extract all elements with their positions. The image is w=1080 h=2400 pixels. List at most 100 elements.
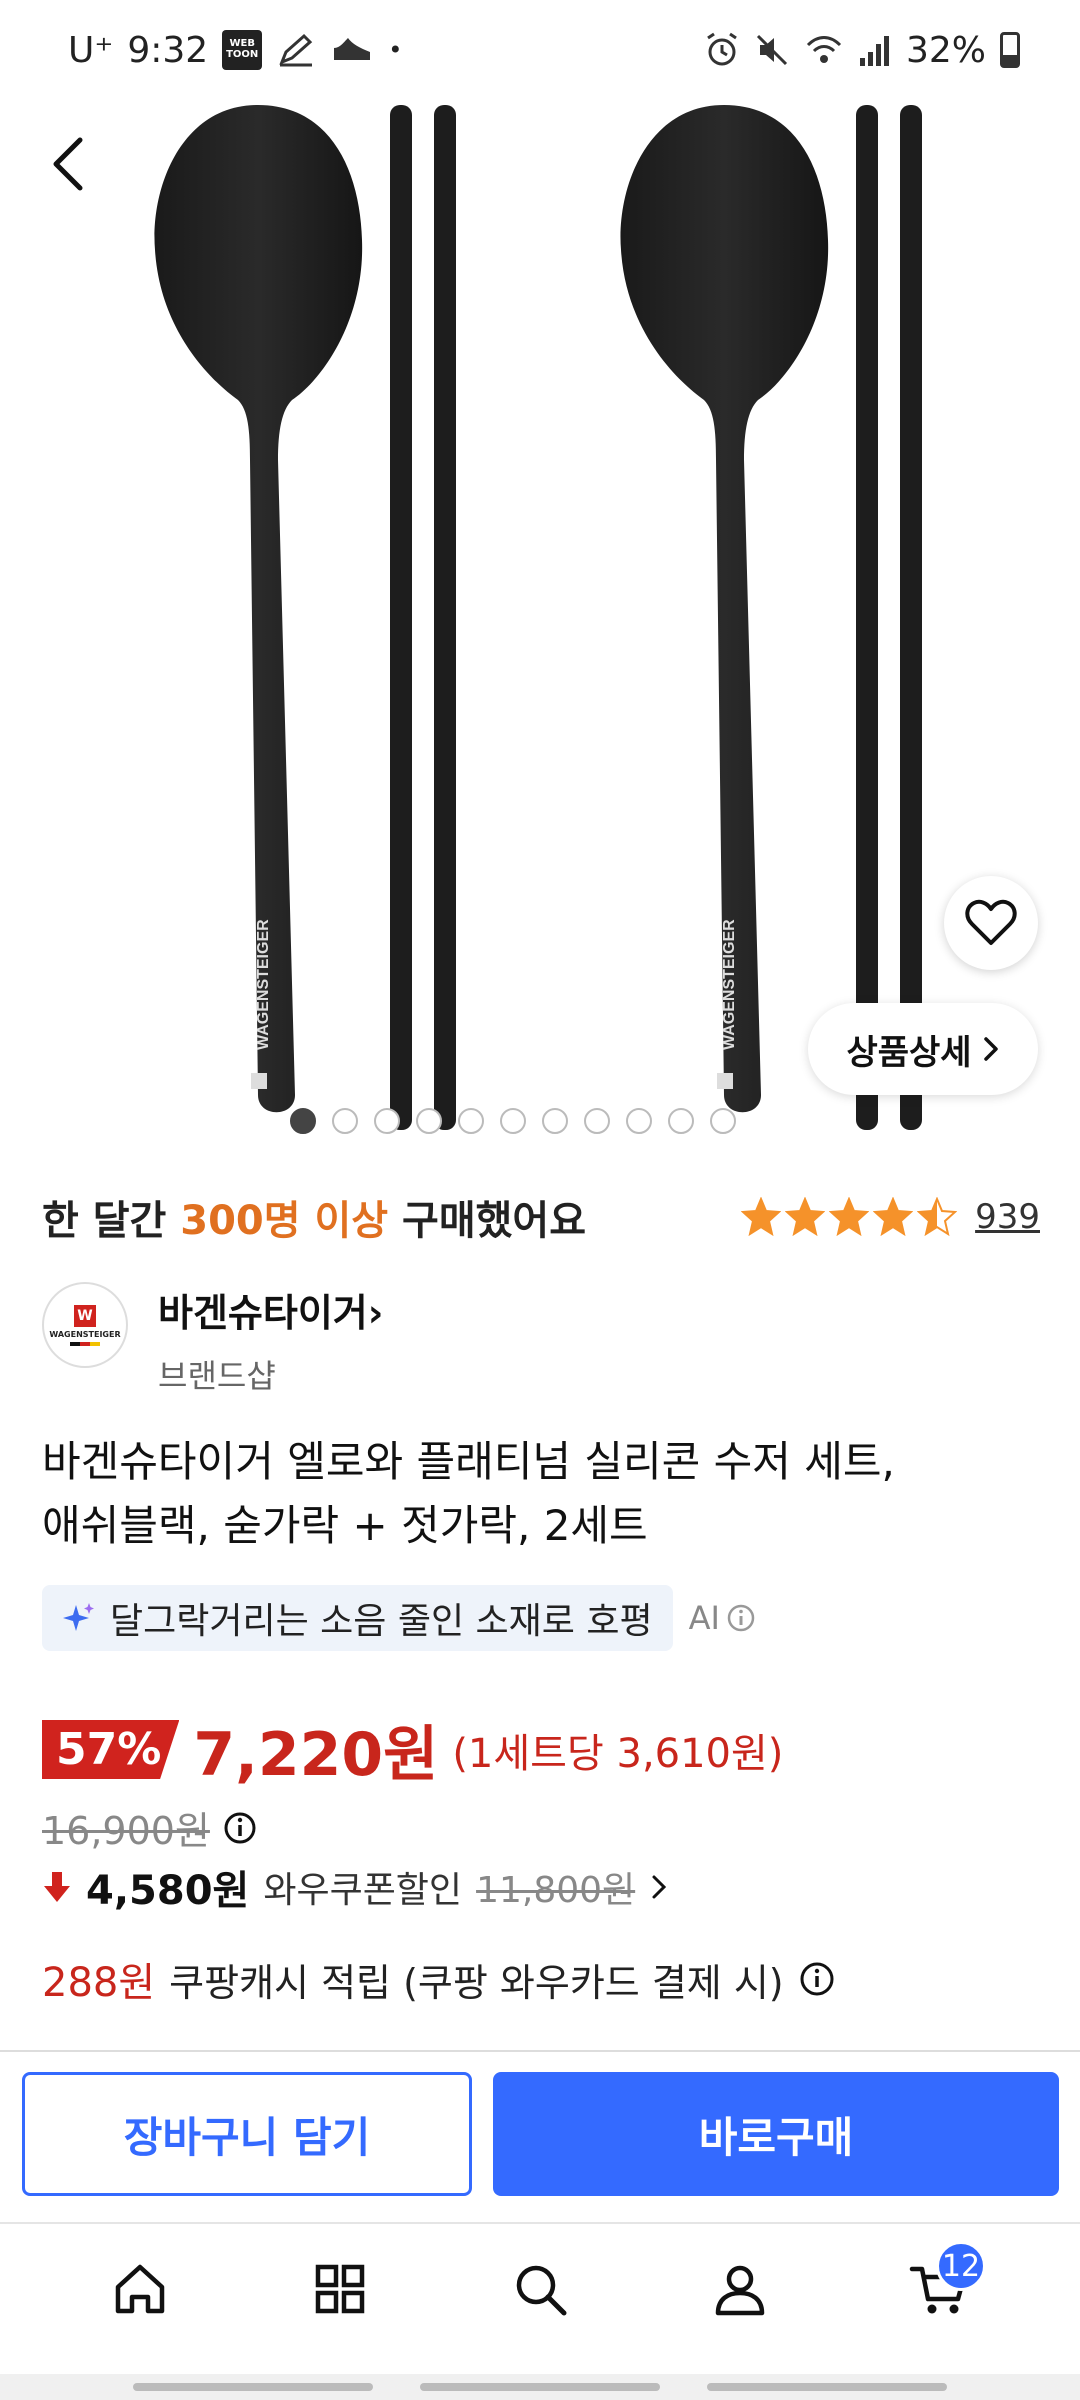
brand-name: 바겐슈타이거 xyxy=(158,1291,368,1335)
divider xyxy=(0,2050,1080,2052)
chevron-left-icon xyxy=(53,137,83,191)
rating-stars xyxy=(741,1197,958,1237)
spoon-left-print: WAGENSTEIGER xyxy=(255,919,272,1050)
carousel-dot[interactable] xyxy=(458,1108,484,1134)
cart-count-badge: 12 xyxy=(936,2241,986,2291)
carrier-label: U⁺ xyxy=(68,29,114,71)
discount-badge: 57% xyxy=(42,1720,180,1779)
heart-icon xyxy=(965,899,1017,945)
star-icon xyxy=(917,1197,958,1237)
battery-icon xyxy=(1000,32,1020,68)
carousel-dot[interactable] xyxy=(584,1108,610,1134)
gesture-handle xyxy=(706,2383,947,2391)
mute-icon xyxy=(754,32,790,68)
product-image-carousel[interactable]: WAGENSTEIGER WAGENSTEIGER 상품상세 xyxy=(0,0,1080,1150)
coupon-label: 와우쿠폰할인 xyxy=(263,1870,463,1911)
brand-shop[interactable]: W WAGENSTEIGER 바겐슈타이거› 브랜드샵 xyxy=(42,1282,383,1397)
signal-icon xyxy=(858,34,892,66)
brand-subtitle: 브랜드샵 xyxy=(158,1357,276,1395)
carousel-indicator xyxy=(290,1108,736,1134)
cash-text: 쿠팡캐시 적립 (쿠팡 와우카드 결제 시) xyxy=(169,1960,784,2005)
brand-logo: W WAGENSTEIGER xyxy=(42,1282,128,1368)
carousel-dot[interactable] xyxy=(710,1108,736,1134)
chopstick-right-2 xyxy=(900,105,922,1130)
carousel-dot[interactable] xyxy=(500,1108,526,1134)
star-icon xyxy=(829,1197,870,1237)
product-title-line2: 애쉬블랙, 숟가락 + 젓가락, 2세트 xyxy=(42,1501,648,1550)
cash-reward-row: 288원 쿠팡캐시 적립 (쿠팡 와우카드 결제 시) xyxy=(42,1950,836,2008)
grid-icon xyxy=(315,2264,365,2314)
ai-summary-text: 달그락거리는 소음 줄인 소재로 호평 xyxy=(110,1601,653,1642)
status-bar: U⁺ 9:32 WEB TOON • 32% xyxy=(0,0,1080,100)
product-title-line1: 바겐슈타이거 엘로와 플래티넘 실리콘 수저 세트, xyxy=(42,1437,895,1486)
chopstick-left-1 xyxy=(390,105,412,1130)
add-to-cart-button[interactable]: 장바구니 담기 xyxy=(22,2072,472,2196)
edit-pencil-icon xyxy=(276,32,316,68)
price-row: 57% 7,220원 (1세트당 3,610원) xyxy=(42,1706,783,1793)
shoe-icon xyxy=(330,34,374,66)
ai-info[interactable]: AI xyxy=(689,1599,756,1637)
review-count-link[interactable]: 939 xyxy=(975,1197,1040,1237)
carousel-dot[interactable] xyxy=(332,1108,358,1134)
nav-categories[interactable] xyxy=(290,2239,390,2339)
product-detail-button[interactable]: 상품상세 xyxy=(808,1003,1038,1095)
carousel-dot[interactable] xyxy=(668,1108,694,1134)
bottom-navigation: 12 xyxy=(0,2224,1080,2354)
clock: 9:32 xyxy=(127,29,209,71)
purchase-highlight: 300명 이상 xyxy=(180,1198,389,1244)
carousel-dot[interactable] xyxy=(416,1108,442,1134)
star-icon xyxy=(741,1197,782,1237)
carousel-dot[interactable] xyxy=(290,1108,316,1134)
original-price-row: 16,900원 xyxy=(42,1800,258,1855)
buy-now-button[interactable]: 바로구매 xyxy=(493,2072,1059,2196)
home-icon xyxy=(115,2264,165,2314)
sale-price: 7,220원 xyxy=(193,1720,439,1790)
rating[interactable]: 939 xyxy=(741,1197,1040,1237)
nav-cart[interactable]: 12 xyxy=(890,2239,990,2339)
carousel-dot[interactable] xyxy=(542,1108,568,1134)
nav-my-account[interactable] xyxy=(690,2239,790,2339)
product-image: WAGENSTEIGER WAGENSTEIGER xyxy=(154,105,922,1130)
brand-logo-text: WAGENSTEIGER xyxy=(49,1329,121,1339)
ai-summary: 달그락거리는 소음 줄인 소재로 호평 AI xyxy=(42,1585,756,1651)
nav-home[interactable] xyxy=(90,2239,190,2339)
alarm-icon xyxy=(704,32,740,68)
system-gesture-bar xyxy=(0,2374,1080,2400)
webtoon-icon: WEB TOON xyxy=(222,30,263,70)
nav-search[interactable] xyxy=(490,2239,590,2339)
search-icon xyxy=(516,2265,567,2316)
wishlist-button[interactable] xyxy=(944,876,1038,970)
notification-dot-icon: • xyxy=(388,36,403,64)
original-price: 16,900원 xyxy=(42,1809,210,1853)
battery-percent: 32% xyxy=(905,29,986,71)
user-icon xyxy=(715,2265,765,2316)
purchase-prefix: 한 달간 xyxy=(42,1198,181,1244)
purchase-suffix: 구매했어요 xyxy=(388,1198,587,1244)
product-detail-label: 상품상세 xyxy=(846,1032,972,1073)
brand-name-link[interactable]: 바겐슈타이거› xyxy=(158,1282,383,1337)
arrow-down-icon xyxy=(44,1872,70,1902)
info-icon xyxy=(727,1604,755,1632)
carousel-dot[interactable] xyxy=(626,1108,652,1134)
star-icon xyxy=(785,1197,826,1237)
purchase-summary: 한 달간 300명 이상 구매했어요 939 xyxy=(42,1182,1040,1252)
info-icon[interactable] xyxy=(798,1960,836,1998)
unit-price: (1세트당 3,610원) xyxy=(452,1730,784,1777)
chevron-right-icon xyxy=(983,1037,998,1061)
gesture-handle xyxy=(419,2383,660,2391)
chopstick-right-1 xyxy=(856,105,878,1130)
info-icon[interactable] xyxy=(222,1810,258,1846)
spoon-right-print: WAGENSTEIGER xyxy=(721,919,738,1050)
chevron-right-icon xyxy=(652,1875,667,1899)
back-button[interactable] xyxy=(40,120,100,200)
purchase-count-text: 한 달간 300명 이상 구매했어요 xyxy=(42,1188,586,1246)
ai-summary-chip[interactable]: 달그락거리는 소음 줄인 소재로 호평 xyxy=(42,1585,673,1651)
brand-chevron-icon: › xyxy=(367,1291,384,1335)
coupon-row[interactable]: 4,580원 와우쿠폰할인 11,800원 xyxy=(42,1858,669,1916)
coupon-price: 4,580원 xyxy=(86,1868,250,1914)
sparkle-icon xyxy=(63,1603,94,1631)
gesture-handle xyxy=(133,2383,374,2391)
product-title: 바겐슈타이거 엘로와 플래티넘 실리콘 수저 세트, 애쉬블랙, 숟가락 + 젓… xyxy=(42,1430,1042,1558)
carousel-dot[interactable] xyxy=(374,1108,400,1134)
wifi-icon xyxy=(804,33,844,67)
